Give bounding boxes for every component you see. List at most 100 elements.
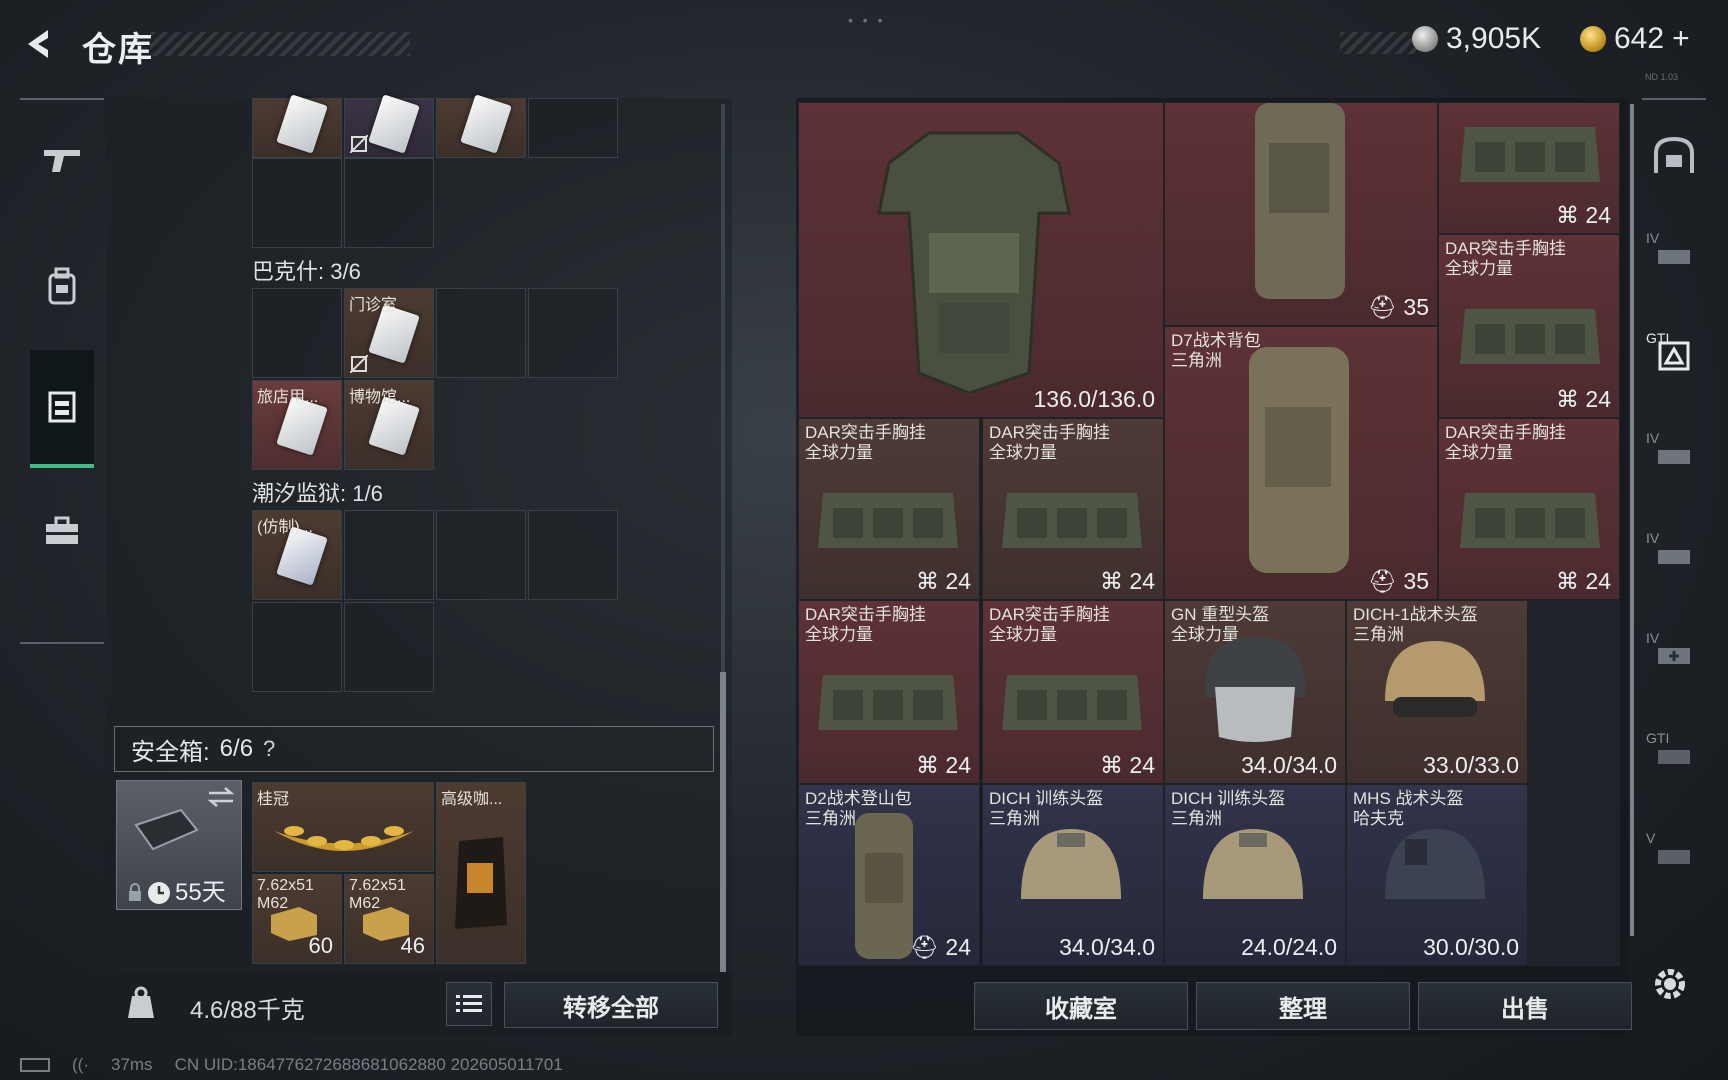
grid-slot[interactable] bbox=[252, 288, 342, 378]
backpack-item[interactable]: ⛑ 35 bbox=[1164, 102, 1438, 326]
chest-rig-item[interactable]: DAR突击手胸挂 全球力量 ⌘ 24 bbox=[982, 600, 1164, 784]
medical-box-icon bbox=[1658, 648, 1690, 664]
item-label: DAR突击手胸挂 全球力量 bbox=[1445, 239, 1566, 278]
helmet-slot-icon bbox=[1654, 136, 1694, 173]
title-decoration bbox=[150, 32, 410, 56]
grid-slot[interactable] bbox=[252, 158, 342, 248]
gold-coin-icon bbox=[1580, 26, 1606, 52]
help-button[interactable]: ? bbox=[263, 736, 275, 762]
backpack-item[interactable]: D2战术登山包 三角洲 ⛑ 24 bbox=[798, 784, 980, 966]
version-code: ND 1.03 bbox=[1645, 72, 1679, 82]
chest-rig-item[interactable]: DAR突击手胸挂 全球力量 ⌘ 24 bbox=[1438, 234, 1620, 418]
grid-slot[interactable] bbox=[528, 510, 618, 600]
chest-rig-image bbox=[1460, 309, 1600, 364]
warehouse-tab-gti-active[interactable]: GTI bbox=[1642, 310, 1706, 400]
expansion-box-icon bbox=[1658, 850, 1690, 864]
grid-slot[interactable] bbox=[528, 98, 618, 158]
capacity-value: 35 bbox=[1403, 568, 1429, 594]
keycard-item[interactable]: 博物馆... bbox=[344, 380, 434, 470]
back-arrow-icon[interactable] bbox=[18, 24, 58, 64]
helmet-item[interactable]: DICH-1战术头盔 三角洲 33.0/33.0 bbox=[1346, 600, 1528, 784]
section-baks-label: 巴克什: 3/6 bbox=[252, 259, 361, 284]
keycard-item[interactable]: 门诊室 bbox=[344, 288, 434, 378]
weapon-tab[interactable] bbox=[20, 100, 104, 218]
add-currency-button[interactable]: + bbox=[1672, 22, 1690, 56]
case-tab[interactable] bbox=[20, 472, 104, 590]
grid-slot[interactable] bbox=[252, 602, 342, 692]
expansion-box-icon bbox=[1658, 250, 1690, 264]
warehouse-tab-iv-3[interactable]: IV bbox=[1642, 510, 1706, 600]
backpack-item[interactable]: D7战术背包 三角洲 ⛑ 35 bbox=[1164, 326, 1438, 600]
swap-icon[interactable] bbox=[207, 787, 235, 807]
chest-rig-item[interactable]: DAR突击手胸挂 全球力量 ⌘ 24 bbox=[1438, 418, 1620, 600]
list-icon bbox=[456, 995, 482, 1012]
item-count: 60 bbox=[308, 933, 333, 958]
helmet-item[interactable]: GN 重型头盔 全球力量 34.0/34.0 bbox=[1164, 600, 1346, 784]
scroll-thumb[interactable] bbox=[720, 672, 726, 972]
grid-slot[interactable] bbox=[1528, 784, 1620, 966]
grid-slot[interactable] bbox=[436, 510, 526, 600]
warehouse-tab-v[interactable]: V bbox=[1642, 810, 1706, 900]
grid-slot[interactable] bbox=[344, 94, 434, 158]
tab-tag: GTI bbox=[1646, 730, 1670, 746]
chest-rig-image bbox=[1002, 675, 1142, 730]
wifi-icon: ((· bbox=[72, 1055, 89, 1074]
warehouse-tab-main[interactable] bbox=[1642, 110, 1706, 200]
warehouse-tab-iv-4[interactable]: IV bbox=[1642, 610, 1706, 700]
tab-tag: IV bbox=[1646, 630, 1660, 646]
premium-coffee-item[interactable]: 高级咖... bbox=[436, 782, 526, 964]
chest-rig-image bbox=[818, 493, 958, 548]
chest-rig-item[interactable]: DAR突击手胸挂 全球力量 ⌘ 24 bbox=[798, 418, 980, 600]
warehouse-tab-iv-1[interactable]: IV bbox=[1642, 210, 1706, 300]
helmet-item[interactable]: MHS 战术头盔 哈夫克 30.0/30.0 bbox=[1346, 784, 1528, 966]
armor-vest-image bbox=[877, 131, 1071, 393]
chest-rig-item[interactable]: DAR突击手胸挂 全球力量 ⌘ 24 bbox=[798, 600, 980, 784]
keycard-item[interactable]: 旅店用... bbox=[252, 380, 342, 470]
grid-slot[interactable] bbox=[436, 94, 526, 158]
warehouse-tab-iv-2[interactable]: IV bbox=[1642, 410, 1706, 500]
capacity-readout: ⌘ 24 bbox=[1100, 568, 1155, 594]
grid-slot[interactable] bbox=[528, 288, 618, 378]
currency-gold[interactable]: 642 + bbox=[1580, 22, 1690, 56]
durability-readout: 34.0/34.0 bbox=[1241, 752, 1337, 778]
warehouse-tab-gti-2[interactable]: GTI bbox=[1642, 710, 1706, 800]
settings-button[interactable] bbox=[1650, 964, 1690, 1009]
helmet-item[interactable]: DICH 训练头盔 三角洲 34.0/34.0 bbox=[982, 784, 1164, 966]
ammo-item[interactable]: 7.62x51 M62 46 bbox=[344, 874, 434, 964]
grid-slot[interactable] bbox=[344, 158, 434, 248]
chest-rig-item[interactable]: ⌘ 24 bbox=[1438, 102, 1620, 234]
grid-slot[interactable] bbox=[344, 510, 434, 600]
silver-coin-icon bbox=[1412, 26, 1438, 52]
grid-slot[interactable] bbox=[1528, 600, 1620, 784]
grid-slot[interactable] bbox=[252, 94, 342, 158]
grid-slot[interactable] bbox=[436, 288, 526, 378]
collection-room-button[interactable]: 收藏室 bbox=[974, 982, 1188, 1030]
safe-case-item[interactable]: 55天 bbox=[116, 780, 242, 910]
tactical-helmet-image bbox=[1385, 641, 1485, 717]
clock-icon bbox=[148, 882, 170, 904]
backpack-image bbox=[855, 813, 913, 959]
sell-button[interactable]: 出售 bbox=[1418, 982, 1632, 1030]
tab-tag: IV bbox=[1646, 530, 1660, 546]
grid-slot[interactable] bbox=[344, 602, 434, 692]
left-nav bbox=[20, 98, 104, 644]
sort-button[interactable]: 整理 bbox=[1196, 982, 1410, 1030]
helmet-item[interactable]: DICH 训练头盔 三角洲 24.0/24.0 bbox=[1164, 784, 1346, 966]
status-bar: ((· 37ms CN UID:1864776272688681062880 2… bbox=[20, 1055, 563, 1075]
capacity-value: 24 bbox=[945, 934, 971, 960]
list-view-button[interactable] bbox=[446, 982, 492, 1026]
training-helmet-image bbox=[1021, 829, 1121, 899]
transfer-all-button[interactable]: 转移全部 bbox=[504, 982, 718, 1028]
backpack-tab[interactable] bbox=[20, 228, 104, 346]
ammo-item[interactable]: 7.62x51 M62 60 bbox=[252, 874, 342, 964]
body-armor-item[interactable]: 136.0/136.0 bbox=[798, 102, 1164, 418]
laurel-crown-item[interactable]: 桂冠 bbox=[252, 782, 434, 872]
ping-readout: 37ms bbox=[110, 1055, 153, 1074]
mhs-helmet-image bbox=[1385, 829, 1485, 899]
capacity-value: 24 bbox=[1585, 386, 1611, 412]
chest-rig-tab[interactable] bbox=[30, 350, 94, 468]
keycard-item[interactable]: (仿制)... bbox=[252, 510, 342, 600]
capacity-readout: ⌘ 24 bbox=[916, 752, 971, 778]
chest-rig-item[interactable]: DAR突击手胸挂 全球力量 ⌘ 24 bbox=[982, 418, 1164, 600]
warehouse-scrollbar[interactable] bbox=[1630, 104, 1634, 936]
